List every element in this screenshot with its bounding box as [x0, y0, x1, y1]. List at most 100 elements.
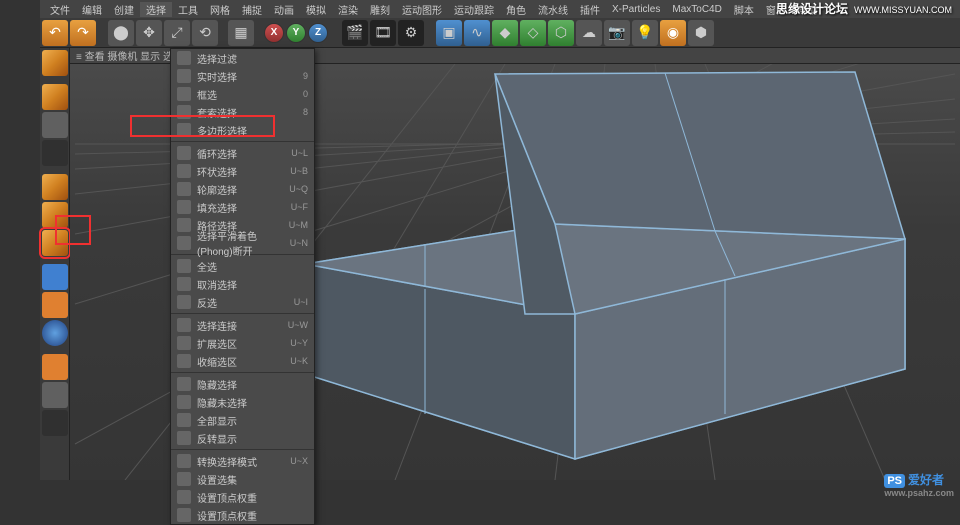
menu-5[interactable]: 网格 [204, 2, 236, 17]
polygons-mode-button[interactable] [42, 230, 68, 256]
menu-item-icon [177, 395, 191, 409]
undo-button[interactable]: ↶ [42, 20, 68, 46]
menu-11[interactable]: 运动图形 [396, 2, 448, 17]
menu-item-label: 实时选择 [197, 69, 297, 84]
menu-18[interactable]: 脚本 [728, 2, 760, 17]
rotate-button[interactable]: ⟲ [192, 20, 218, 46]
menu-item-icon [177, 454, 191, 468]
menu-item-icon [177, 123, 191, 137]
menu-separator [171, 449, 314, 450]
edges-mode-button[interactable] [42, 202, 68, 228]
misc-tool-button[interactable] [42, 410, 68, 436]
menu-item-3-0[interactable]: 选择连接U~W [171, 316, 314, 334]
axis-z-toggle[interactable]: Z [308, 23, 328, 43]
render-pv-button[interactable]: 🎞 [370, 20, 396, 46]
move-button[interactable]: ✥ [136, 20, 162, 46]
points-mode-button[interactable] [42, 174, 68, 200]
menu-item-3-2[interactable]: 收缩选区U~K [171, 352, 314, 370]
menu-item-4-2[interactable]: 全部显示 [171, 411, 314, 429]
viewport-solo-button[interactable] [42, 382, 68, 408]
redo-button[interactable]: ↷ [70, 20, 96, 46]
menu-item-0-2[interactable]: 框选0 [171, 85, 314, 103]
last-tool-button[interactable]: ▦ [228, 20, 254, 46]
menu-item-2-2[interactable]: 反选U~I [171, 293, 314, 311]
menu-item-label: 反选 [197, 295, 288, 310]
menu-item-icon [177, 218, 191, 232]
menu-4[interactable]: 工具 [172, 2, 204, 17]
camera-button[interactable]: 📷 [604, 20, 630, 46]
menu-item-4-3[interactable]: 反转显示 [171, 429, 314, 447]
select-menu-dropdown: 选择过滤实时选择9框选0套索选择8多边形选择循环选择U~L 环状选择 U~B 轮廓选择… [170, 48, 315, 525]
menu-17[interactable]: MaxToC4D [666, 4, 727, 15]
menu-item-3-1[interactable]: 扩展选区U~Y [171, 334, 314, 352]
menu-item-icon [177, 295, 191, 309]
menu-separator [171, 313, 314, 314]
menu-item-5-3[interactable]: 设置顶点权重 [171, 506, 314, 524]
menu-item-label: 全选 [197, 259, 302, 274]
render-settings-button[interactable]: ⚙ [398, 20, 424, 46]
tag-button[interactable]: ◉ [660, 20, 686, 46]
model-mode-button[interactable] [42, 84, 68, 110]
menu-10[interactable]: 雕刻 [364, 2, 396, 17]
menu-item-4-0[interactable]: 隐藏选择 [171, 375, 314, 393]
make-editable-button[interactable] [42, 50, 68, 76]
menu-0[interactable]: 文件 [44, 2, 76, 17]
light-button[interactable]: 💡 [632, 20, 658, 46]
cube-primitive-button[interactable]: ▣ [436, 20, 462, 46]
menu-14[interactable]: 流水线 [532, 2, 574, 17]
menu-item-1-5[interactable]: 选择平滑着色(Phong)断开U~N [171, 234, 314, 252]
menu-item-5-1[interactable]: 设置选集 [171, 470, 314, 488]
soft-select-button[interactable] [42, 320, 68, 346]
menu-item-1-1[interactable]: 环状选择 U~B [171, 162, 314, 180]
misc-button[interactable]: ⬢ [688, 20, 714, 46]
menu-item-label: 选择过滤 [197, 51, 302, 66]
menu-item-icon [177, 200, 191, 214]
menu-item-shortcut: U~B [290, 166, 308, 176]
menu-1[interactable]: 编辑 [76, 2, 108, 17]
menu-7[interactable]: 动画 [268, 2, 300, 17]
menu-15[interactable]: 插件 [574, 2, 606, 17]
menu-item-icon [177, 318, 191, 332]
menu-12[interactable]: 运动跟踪 [448, 2, 500, 17]
menu-item-2-0[interactable]: 全选 [171, 257, 314, 275]
menu-item-label: 全部显示 [197, 413, 302, 428]
environment-button[interactable]: ☁ [576, 20, 602, 46]
menu-item-label: 扩展选区 [197, 336, 284, 351]
workplane-mode-button[interactable] [42, 140, 68, 166]
render-button[interactable]: 🎬 [342, 20, 368, 46]
menu-9[interactable]: 渲染 [332, 2, 364, 17]
tweak-button[interactable] [42, 354, 68, 380]
menu-13[interactable]: 角色 [500, 2, 532, 17]
menu-item-0-4[interactable]: 多边形选择 [171, 121, 314, 139]
menu-8[interactable]: 模拟 [300, 2, 332, 17]
menu-item-0-0[interactable]: 选择过滤 [171, 49, 314, 67]
menu-3[interactable]: 选择 [140, 2, 172, 17]
axis-y-toggle[interactable]: Y [286, 23, 306, 43]
snap-button[interactable] [42, 292, 68, 318]
generator2-button[interactable]: ◇ [520, 20, 546, 46]
menu-item-1-3[interactable]: 填充选择U~F [171, 198, 314, 216]
scale-button[interactable]: ⤢ [164, 20, 190, 46]
menu-item-icon [177, 508, 191, 522]
live-select-button[interactable]: ⬤ [108, 20, 134, 46]
deformer-button[interactable]: ⬡ [548, 20, 574, 46]
menu-16[interactable]: X-Particles [606, 4, 666, 15]
menu-item-2-1[interactable]: 取消选择 [171, 275, 314, 293]
spline-button[interactable]: ∿ [464, 20, 490, 46]
axis-x-toggle[interactable]: X [264, 23, 284, 43]
generator-button[interactable]: ◆ [492, 20, 518, 46]
texture-mode-button[interactable] [42, 112, 68, 138]
menu-item-label: 套索选择 [197, 105, 297, 120]
menu-item-label: 反转显示 [197, 431, 302, 446]
menu-6[interactable]: 捕捉 [236, 2, 268, 17]
menu-2[interactable]: 创建 [108, 2, 140, 17]
menu-item-0-3[interactable]: 套索选择8 [171, 103, 314, 121]
menu-item-1-0[interactable]: 循环选择U~L [171, 144, 314, 162]
menu-item-5-0[interactable]: 转换选择模式U~X [171, 452, 314, 470]
menu-item-4-1[interactable]: 隐藏未选择 [171, 393, 314, 411]
menu-item-0-1[interactable]: 实时选择9 [171, 67, 314, 85]
axis-button[interactable] [42, 264, 68, 290]
menu-item-label: 环状选择 [197, 164, 284, 179]
menu-item-5-2[interactable]: 设置顶点权重 [171, 488, 314, 506]
menu-item-1-2[interactable]: 轮廓选择U~Q [171, 180, 314, 198]
